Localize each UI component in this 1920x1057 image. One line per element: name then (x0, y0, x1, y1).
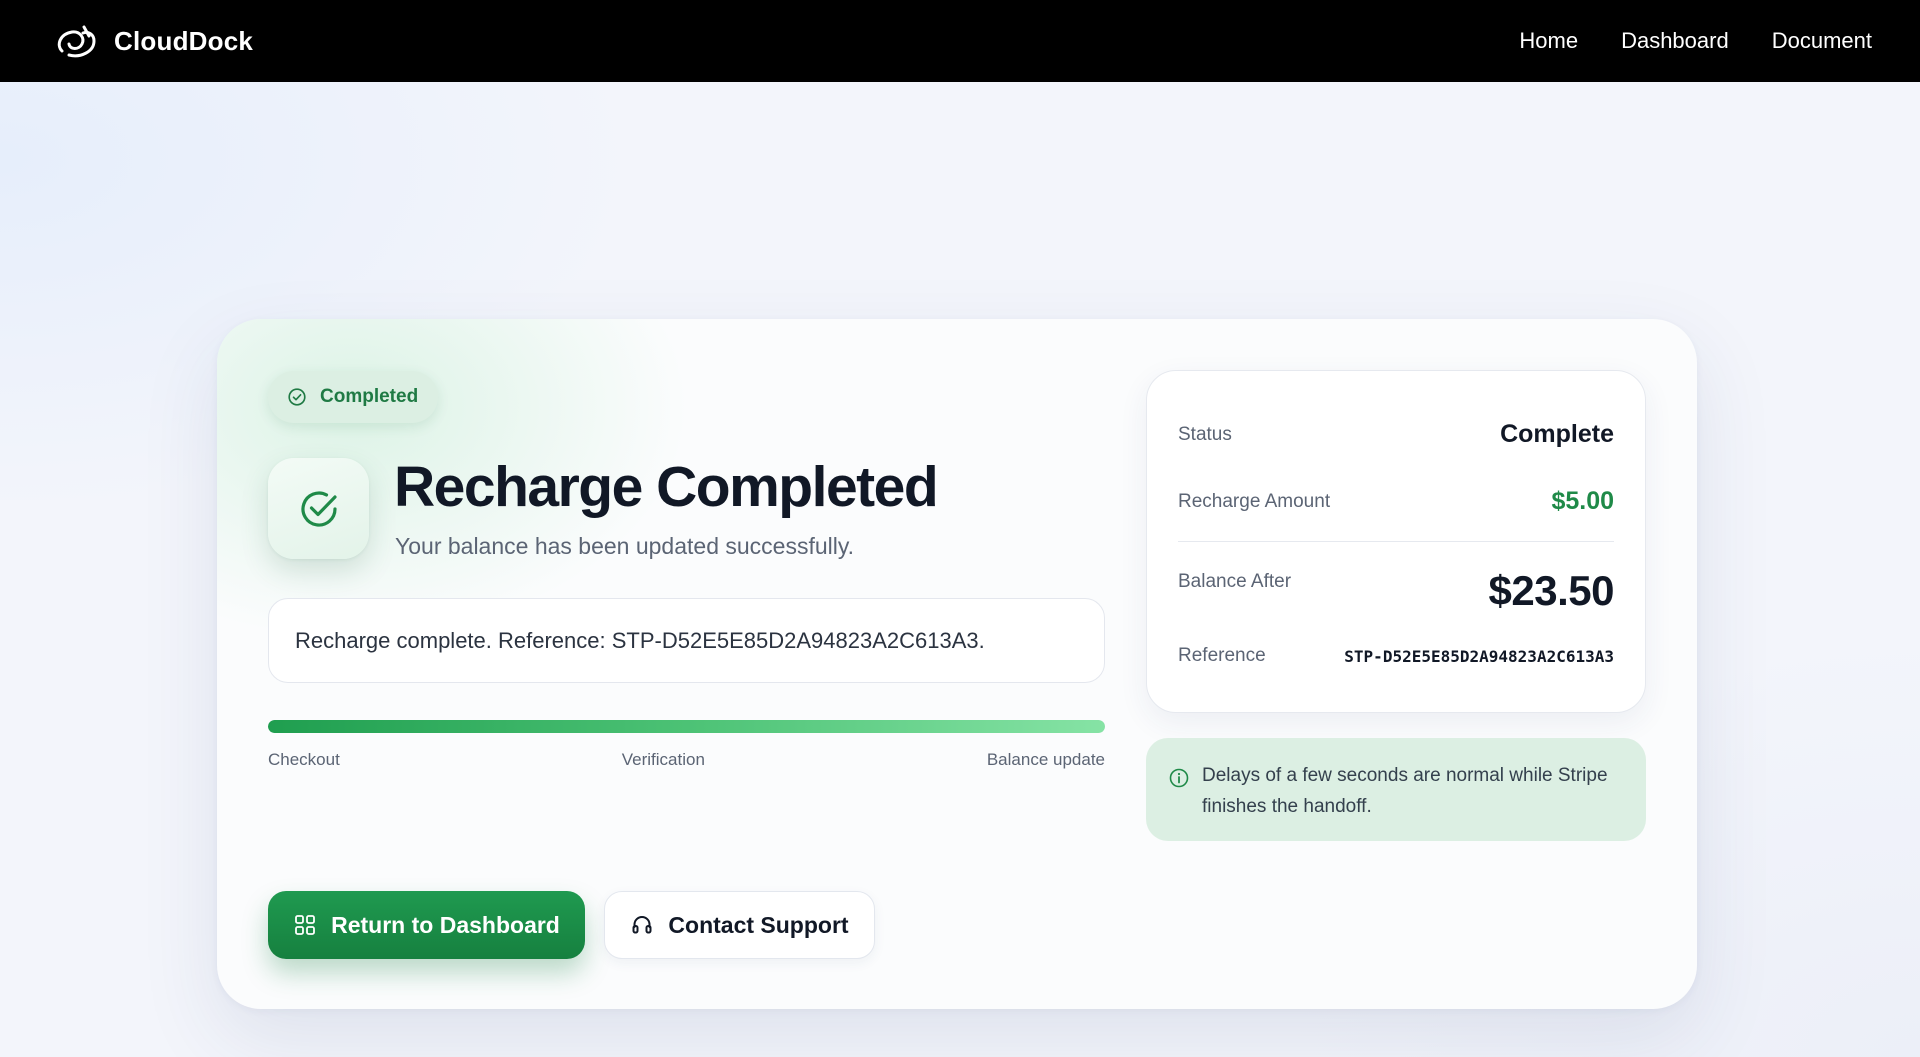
top-nav: CloudDock Home Dashboard Document (0, 0, 1920, 82)
step-balance-update: Balance update (986, 750, 1105, 769)
balance-after-label: Balance After (1178, 571, 1292, 592)
recharge-summary-panel: Status Complete Recharge Amount $5.00 Ba… (1146, 370, 1646, 713)
nav-link-home[interactable]: Home (1519, 28, 1578, 54)
progress-bar (268, 720, 1105, 733)
return-to-dashboard-button[interactable]: Return to Dashboard (268, 891, 585, 959)
clouddock-logo-icon (57, 25, 96, 58)
progress-fill (268, 720, 1105, 733)
return-to-dashboard-label: Return to Dashboard (331, 911, 560, 938)
info-notice: Delays of a few seconds are normal while… (1146, 738, 1646, 841)
page-title: Recharge Completed (394, 455, 939, 519)
recharge-amount-value: $5.00 (1551, 487, 1614, 515)
step-verification: Verification (621, 750, 705, 769)
reference-value[interactable]: STP-D52E5E85D2A94823A2C613A3 (1344, 647, 1614, 666)
status-badge-label: Completed (320, 386, 419, 407)
balance-after-value: $23.50 (1488, 567, 1615, 614)
nav-links: Home Dashboard Document (1519, 28, 1872, 54)
status-label: Status (1178, 423, 1232, 445)
summary-row-amount: Recharge Amount $5.00 (1178, 487, 1614, 516)
progress-steps: Checkout Verification Balance update (268, 750, 1105, 770)
headset-icon (632, 916, 652, 934)
status-value: Complete (1500, 420, 1614, 448)
brand-name: CloudDock (114, 25, 254, 56)
contact-support-label: Contact Support (668, 911, 849, 938)
recharge-amount-label: Recharge Amount (1178, 490, 1331, 512)
summary-divider (1178, 541, 1614, 542)
brand[interactable]: CloudDock (54, 22, 253, 60)
summary-row-status: Status Complete (1178, 420, 1614, 449)
summary-row-reference: Reference STP-D52E5E85D2A94823A2C613A3 (1178, 645, 1614, 667)
status-badge: Completed (268, 371, 439, 423)
summary-row-balance: Balance After $23.50 (1178, 567, 1615, 615)
info-icon (1169, 768, 1189, 788)
info-notice-text: Delays of a few seconds are normal while… (1202, 765, 1608, 817)
confirmation-message: Recharge complete. Reference: STP-D52E5E… (268, 598, 1105, 683)
contact-support-button[interactable]: Contact Support (604, 891, 875, 959)
hero-icon-tile (268, 458, 369, 559)
nav-link-document[interactable]: Document (1772, 28, 1872, 54)
nav-link-dashboard[interactable]: Dashboard (1621, 28, 1729, 54)
page-subtitle: Your balance has been updated successful… (395, 533, 855, 559)
grid-icon (295, 915, 316, 935)
reference-label: Reference (1178, 645, 1266, 666)
check-circle-icon (288, 388, 306, 406)
recharge-result-card: Completed Recharge Completed Your balanc… (217, 319, 1697, 1009)
check-circle-icon (300, 490, 337, 527)
step-checkout: Checkout (268, 750, 340, 769)
